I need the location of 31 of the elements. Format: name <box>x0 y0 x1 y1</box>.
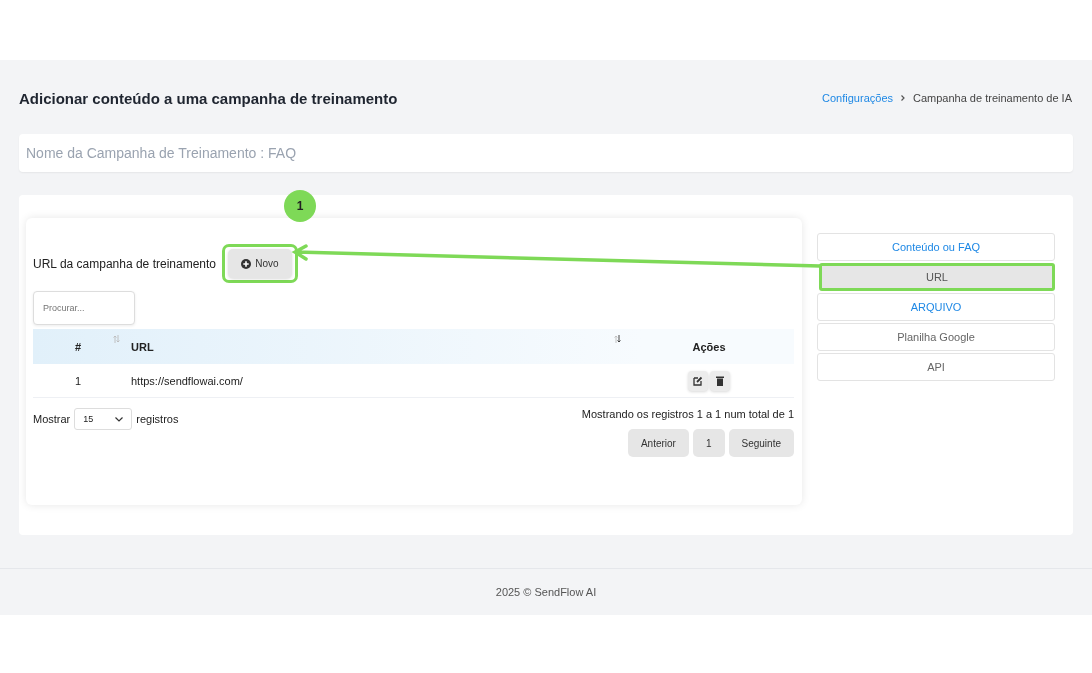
page-size-select[interactable]: 15 <box>74 408 133 430</box>
column-header[interactable]: # <box>74 340 82 353</box>
breadcrumb-current: Campanha de treinamento de IA <box>913 92 1072 104</box>
panel-title: URL da campanha de treinamento <box>33 256 216 271</box>
sort-icon[interactable] <box>614 335 621 343</box>
column-header: Ações <box>692 340 726 353</box>
pagination-button[interactable]: 1 <box>692 429 725 457</box>
edit-icon <box>693 375 703 386</box>
page-title: Adicionar conteúdo a uma campanha de treinamento <box>19 89 398 107</box>
pagination-button[interactable]: Anterior <box>627 429 689 457</box>
new-button[interactable]: Novo <box>228 249 292 278</box>
trash-icon <box>716 375 724 386</box>
table-cell: https://sendflowai.com/ <box>131 374 243 387</box>
column-header[interactable]: URL <box>131 340 154 353</box>
table-cell: 1 <box>74 374 82 387</box>
menu-item[interactable]: ARQUIVO <box>817 293 1055 321</box>
menu-item[interactable]: Planilha Google <box>817 323 1055 351</box>
edit-button[interactable] <box>688 370 708 391</box>
chevron-icon <box>901 95 905 101</box>
records-label: registros <box>136 413 179 425</box>
menu-item[interactable]: Conteúdo ou FAQ <box>817 233 1055 261</box>
menu-item[interactable]: URL <box>819 263 1055 291</box>
footer-text: 2025 © SendFlow AI <box>495 586 597 598</box>
plus-circle-icon <box>241 258 252 269</box>
delete-button[interactable] <box>710 370 730 391</box>
menu-item[interactable]: API <box>817 353 1055 381</box>
records-info: Mostrando os registros 1 a 1 num total de 1 <box>581 408 794 420</box>
chevron-down-icon <box>115 416 124 422</box>
search-field[interactable]: Procurar... <box>33 291 135 325</box>
show-label: Mostrar <box>33 413 71 425</box>
pagination-button[interactable]: Seguinte <box>728 429 794 457</box>
